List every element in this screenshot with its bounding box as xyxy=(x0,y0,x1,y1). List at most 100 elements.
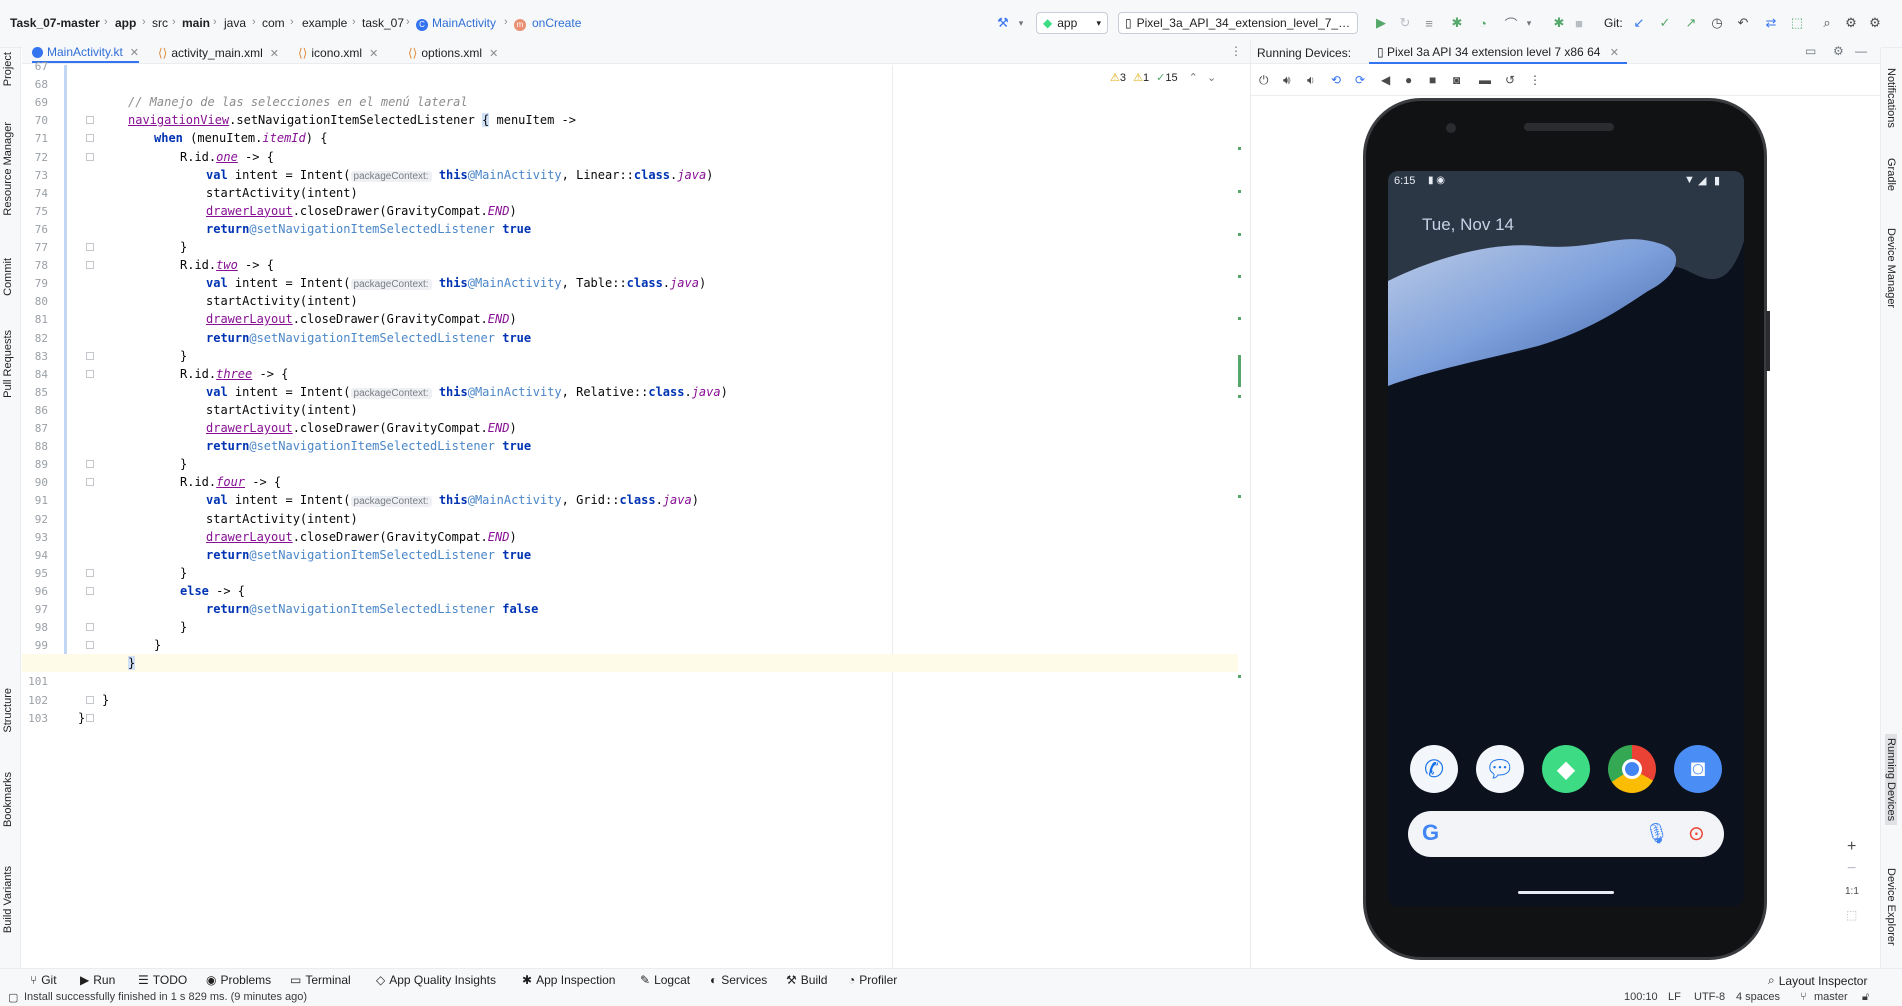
inspection-widget[interactable]: ⚠3 ⚠1 ✓15 ⌃ ⌄ xyxy=(1110,71,1216,84)
tool-profiler[interactable]: ◔ Profiler xyxy=(848,973,897,987)
rotate-left-icon[interactable]: ⟲ xyxy=(1331,73,1341,87)
tool-notifications[interactable]: Notifications xyxy=(1885,68,1897,128)
git-branch[interactable]: master xyxy=(1814,991,1848,1003)
tool-layout-inspector[interactable]: ⌕ Layout Inspector xyxy=(1768,973,1867,988)
git-rollback-icon[interactable]: ↶ xyxy=(1734,14,1752,32)
tab-main-activity[interactable]: MainActivity.kt ✕ xyxy=(32,43,140,63)
minimize-icon[interactable]: — xyxy=(1855,44,1867,58)
tool-run[interactable]: ▶ Run xyxy=(80,973,115,987)
fold-marker[interactable] xyxy=(86,369,94,378)
chevron-down-icon[interactable]: ▾ xyxy=(1520,14,1538,32)
breadcrumb-package[interactable]: task_07 xyxy=(362,16,404,30)
volume-down-icon[interactable]: 🔉︎ xyxy=(1307,73,1315,88)
mic-icon[interactable]: 🎙︎ xyxy=(1644,821,1669,846)
indent-setting[interactable]: 4 spaces xyxy=(1736,991,1780,1003)
fold-marker[interactable] xyxy=(86,243,94,251)
fold-marker[interactable] xyxy=(86,460,94,469)
close-icon[interactable]: ✕ xyxy=(489,47,498,60)
tool-structure[interactable]: Structure xyxy=(2,688,14,733)
device-select[interactable]: ▯ Pixel_3a_API_34_extension_level_7_x86.… xyxy=(1118,12,1358,34)
tool-build-variants[interactable]: Build Variants xyxy=(2,866,14,933)
rotate-right-icon[interactable]: ⟳ xyxy=(1355,73,1365,87)
phone-screen[interactable]: 6:15 ▮ ◉ ▼ ◢ ▮ Tue, Nov 14 ✆ 💬︎ ◆ ◙ G 🎙︎… xyxy=(1388,171,1744,906)
more-icon[interactable]: ⋮ xyxy=(1529,73,1541,87)
breadcrumb-java[interactable]: java xyxy=(224,16,246,30)
hammer-icon[interactable]: ⚒ xyxy=(994,14,1012,32)
breadcrumb-src[interactable]: src xyxy=(152,16,168,30)
close-icon[interactable]: ✕ xyxy=(369,47,378,60)
tab-options[interactable]: ⟨⟩ options.xml ✕ xyxy=(408,43,498,63)
chevron-down-icon[interactable]: ⌄ xyxy=(1207,72,1216,84)
vcs-change-marker[interactable] xyxy=(64,65,67,665)
breadcrumb-app[interactable]: app xyxy=(115,16,136,30)
overview-icon[interactable]: ■ xyxy=(1429,73,1436,87)
zoom-actual-size[interactable]: 1:1 xyxy=(1845,886,1859,897)
lock-icon[interactable]: 🔓︎ xyxy=(1862,991,1869,1004)
play-store-app-icon[interactable]: ◆ xyxy=(1542,745,1590,793)
file-encoding[interactable]: UTF-8 xyxy=(1694,991,1725,1003)
device-tab[interactable]: ▯ Pixel 3a API 34 extension level 7 x86 … xyxy=(1369,40,1627,64)
breadcrumb-example[interactable]: example xyxy=(302,16,347,30)
messages-app-icon[interactable]: 💬︎ xyxy=(1476,745,1524,793)
tool-services[interactable]: ◐ Services xyxy=(710,973,767,987)
phone-app-icon[interactable]: ✆ xyxy=(1410,745,1458,793)
power-icon[interactable]: ⏻ xyxy=(1259,73,1269,88)
fold-marker[interactable] xyxy=(86,568,94,577)
caret-position[interactable]: 100:10 xyxy=(1624,991,1658,1003)
code-editor[interactable]: 67 68 69 70 71 72 73 74 75 76 77 78 79 80 81 82 83 84 85 86… xyxy=(22,60,1250,968)
fold-marker[interactable] xyxy=(86,695,94,704)
device-mirroring-icon[interactable]: ⇄ xyxy=(1762,14,1780,32)
chevron-down-icon[interactable]: ▾ xyxy=(1012,14,1030,32)
google-search-bar[interactable]: G 🎙︎ ⊙ xyxy=(1408,811,1724,857)
camera-icon[interactable]: ◙ xyxy=(1453,73,1460,87)
maximize-icon[interactable]: ▭ xyxy=(1805,44,1816,58)
breadcrumb-method[interactable]: onCreate xyxy=(532,16,581,30)
fold-marker[interactable] xyxy=(86,623,94,632)
run-config-select[interactable]: ◆ app ▾ xyxy=(1036,12,1108,34)
fold-marker[interactable] xyxy=(86,152,94,161)
zoom-in-icon[interactable]: + xyxy=(1847,838,1856,856)
debug-attach-icon[interactable]: ✱ xyxy=(1550,14,1568,32)
tool-terminal[interactable]: ▭ Terminal xyxy=(290,973,351,987)
profile-icon[interactable]: ◔ xyxy=(1474,14,1492,32)
search-icon[interactable]: ⌕ xyxy=(1818,14,1836,32)
git-commit-icon[interactable]: ✓ xyxy=(1656,14,1674,32)
tool-problems[interactable]: ◉ Problems xyxy=(206,973,271,987)
tool-logcat[interactable]: ✎ Logcat xyxy=(640,973,690,987)
screen-record-icon[interactable]: ▬ xyxy=(1479,73,1491,87)
fold-marker[interactable] xyxy=(86,351,94,360)
camera-app-icon[interactable]: ◙ xyxy=(1674,745,1722,793)
tool-app-quality-insights[interactable]: ◇ App Quality Insights xyxy=(376,973,496,987)
chevron-up-icon[interactable]: ⌃ xyxy=(1189,72,1198,84)
lens-icon[interactable]: ⊙ xyxy=(1688,821,1705,846)
git-history-icon[interactable]: ◷ xyxy=(1708,14,1726,32)
tool-device-explorer[interactable]: Device Explorer xyxy=(1885,868,1897,946)
fold-marker[interactable] xyxy=(86,713,94,722)
back-icon[interactable]: ◀ xyxy=(1381,73,1390,87)
tool-resource-manager[interactable]: Resource Manager xyxy=(2,122,14,216)
run-icon[interactable]: ▶ xyxy=(1372,14,1390,32)
git-push-icon[interactable]: ↗ xyxy=(1682,14,1700,32)
git-update-icon[interactable]: ↙ xyxy=(1630,14,1648,32)
fold-marker[interactable] xyxy=(86,586,94,595)
chrome-app-icon[interactable] xyxy=(1608,745,1656,793)
tool-pull-requests[interactable]: Pull Requests xyxy=(2,330,14,398)
tool-device-manager[interactable]: Device Manager xyxy=(1885,228,1897,308)
debug-icon[interactable]: ✱ xyxy=(1448,14,1466,32)
more-icon[interactable]: ⋮ xyxy=(1230,44,1242,58)
home-icon[interactable]: ● xyxy=(1405,73,1412,87)
settings-icon[interactable]: ⚙ xyxy=(1866,14,1884,32)
breadcrumb-main[interactable]: main xyxy=(182,16,210,30)
tab-icono[interactable]: ⟨⟩ icono.xml ✕ xyxy=(298,43,378,63)
zoom-out-icon[interactable]: − xyxy=(1847,860,1856,878)
fold-marker[interactable] xyxy=(86,261,94,270)
gear-icon[interactable]: ⚙ xyxy=(1833,44,1844,58)
apply-changes-icon[interactable]: ≡ xyxy=(1420,14,1438,32)
breadcrumb-com[interactable]: com xyxy=(262,16,285,30)
editor-scrollbar[interactable] xyxy=(1238,105,1242,965)
line-separator[interactable]: LF xyxy=(1668,991,1681,1003)
tool-commit[interactable]: Commit xyxy=(2,258,14,296)
status-message[interactable]: Install successfully finished in 1 s 829… xyxy=(24,991,307,1003)
fold-marker[interactable] xyxy=(86,641,94,650)
fit-screen-icon[interactable]: ⬚ xyxy=(1846,908,1857,922)
